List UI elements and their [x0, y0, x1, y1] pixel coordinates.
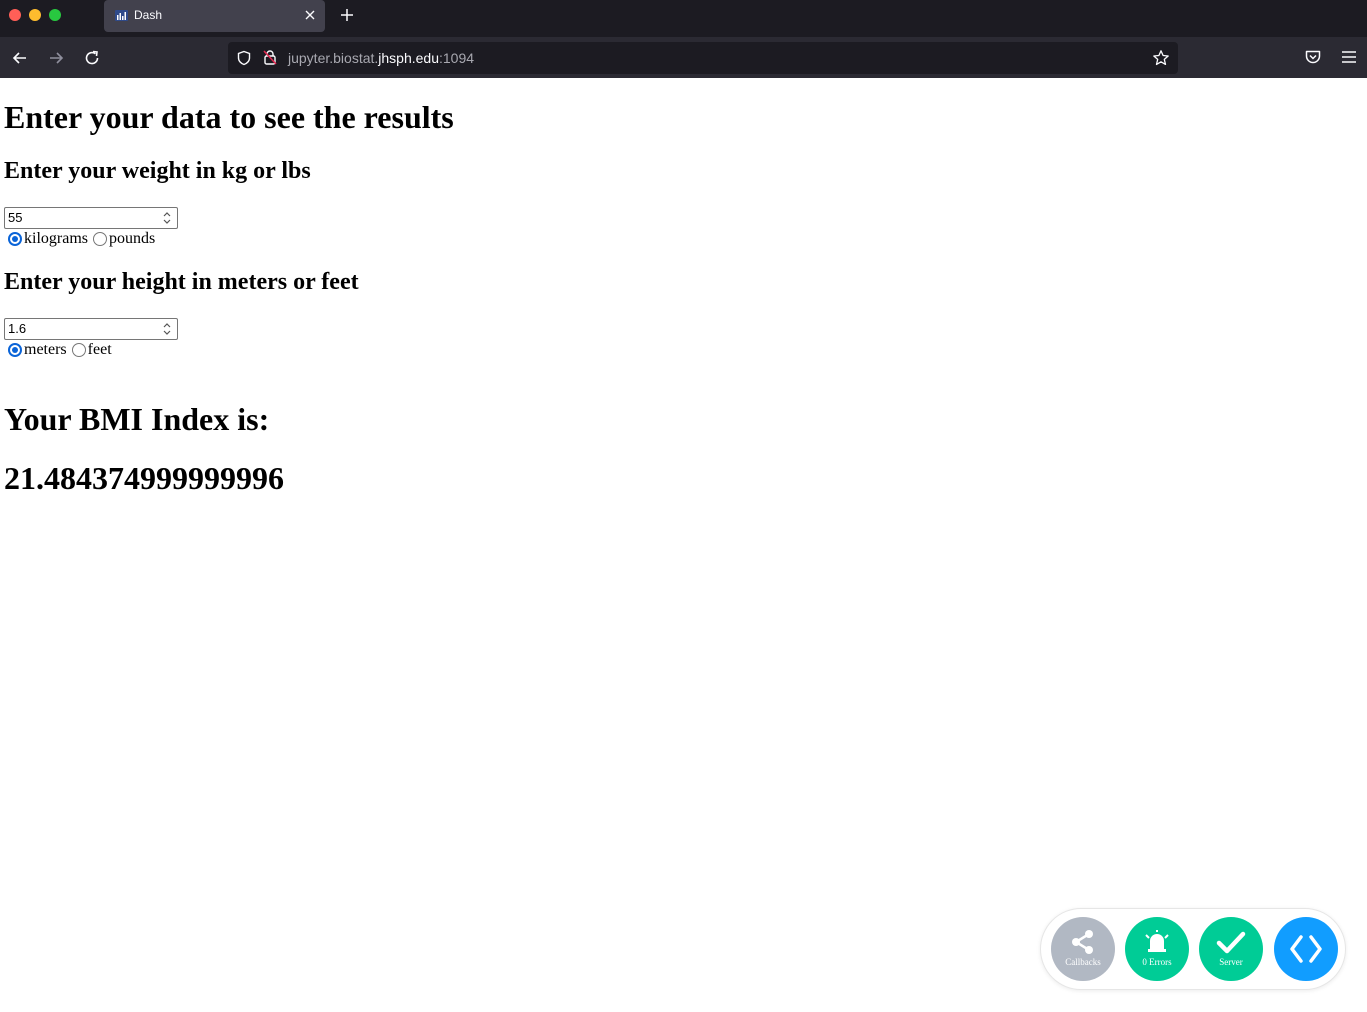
feet-radio[interactable] [71, 343, 86, 357]
bell-alert-icon [1145, 930, 1169, 952]
browser-title-bar: Dash [0, 0, 1367, 37]
bmi-heading: Your BMI Index is: [4, 401, 270, 437]
errors-button[interactable]: 0 Errors [1125, 917, 1189, 981]
bmi-value: 21.484374999999996 [4, 460, 284, 496]
back-arrow-icon[interactable] [11, 49, 29, 67]
errors-label: 0 Errors [1142, 957, 1172, 967]
url-domain: jhsph.edu [378, 50, 439, 66]
meters-label[interactable]: meters [24, 341, 67, 359]
hamburger-menu-icon[interactable] [1340, 49, 1358, 65]
server-label: Server [1219, 957, 1243, 967]
page-content: Enter your data to see the results Enter… [4, 78, 1364, 494]
insecure-lock-icon[interactable] [262, 49, 278, 66]
callbacks-label: Callbacks [1065, 957, 1101, 967]
pounds-label[interactable]: pounds [109, 230, 155, 248]
height-unit-radio-group: meters feet [8, 340, 1364, 360]
tab-close-icon[interactable] [304, 9, 316, 21]
share-graph-icon [1072, 930, 1093, 954]
weight-stepper-icon[interactable] [161, 209, 173, 227]
dash-favicon-icon [115, 10, 128, 21]
height-input[interactable]: 1.6 [4, 318, 178, 340]
new-tab-plus-icon[interactable] [340, 8, 354, 22]
bookmark-star-icon[interactable] [1152, 49, 1170, 67]
feet-label[interactable]: feet [88, 341, 112, 359]
weight-input-value: 55 [8, 210, 23, 225]
server-status-button[interactable]: Server [1199, 917, 1263, 981]
meters-radio[interactable] [8, 343, 22, 357]
weight-unit-radio-group: kilograms pounds [8, 229, 1364, 249]
address-bar[interactable]: jupyter.biostat.jhsph.edu:1094 [228, 42, 1178, 74]
dash-debug-menu: Callbacks 0 Errors Server [1040, 908, 1346, 990]
forward-arrow-icon[interactable] [47, 49, 65, 67]
tab-title: Dash [134, 8, 163, 22]
pocket-icon[interactable] [1304, 48, 1322, 66]
pounds-radio[interactable] [93, 232, 107, 246]
weight-heading: Enter your weight in kg or lbs [4, 158, 311, 184]
callbacks-button[interactable]: Callbacks [1051, 917, 1115, 981]
url-text[interactable]: jupyter.biostat.jhsph.edu:1094 [288, 50, 474, 66]
url-subdomain: jupyter.biostat. [288, 50, 379, 66]
tracking-shield-icon[interactable] [236, 50, 252, 66]
browser-tab-dash[interactable]: Dash [104, 0, 325, 32]
kilograms-label[interactable]: kilograms [24, 230, 88, 248]
height-input-value: 1.6 [8, 321, 27, 336]
debug-menu-toggle-button[interactable] [1274, 917, 1338, 981]
weight-input[interactable]: 55 [4, 207, 178, 229]
kilograms-radio[interactable] [8, 232, 22, 246]
height-stepper-icon[interactable] [161, 320, 173, 338]
checkmark-icon [1216, 931, 1246, 954]
window-minimize-button[interactable] [29, 9, 41, 21]
window-maximize-button[interactable] [49, 9, 61, 21]
reload-icon[interactable] [83, 49, 101, 67]
height-heading: Enter your height in meters or feet [4, 269, 359, 295]
window-close-button[interactable] [9, 9, 21, 21]
page-title: Enter your data to see the results [4, 99, 454, 135]
url-port: :1094 [439, 50, 475, 66]
code-brackets-icon [1290, 935, 1322, 963]
